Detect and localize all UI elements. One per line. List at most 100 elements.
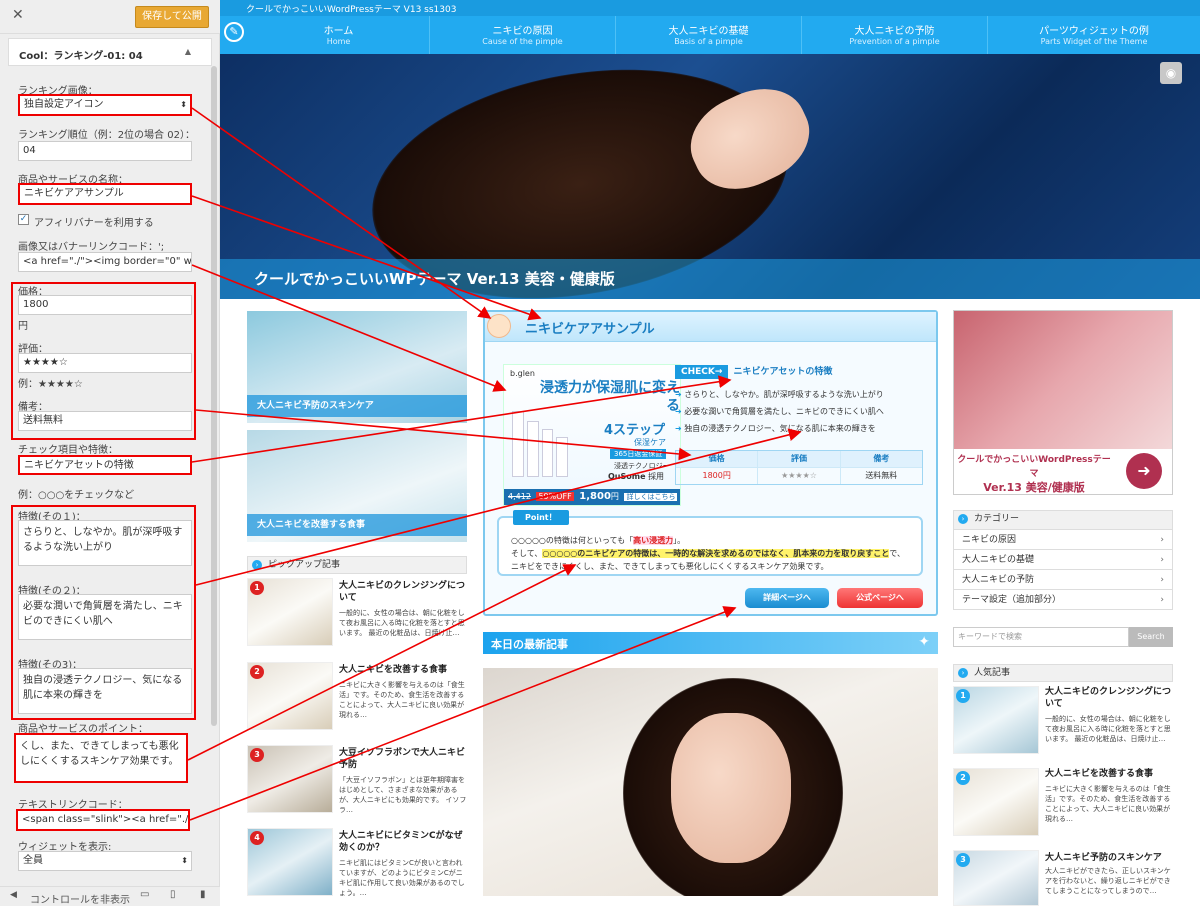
pickup-item-title: 大人ニキビにビタミンCがなぜ効くのか？	[339, 831, 463, 853]
rank-number: 3	[956, 853, 970, 867]
nav-item-parts[interactable]: パーツウィジェットの例 Parts Widget of the Theme	[988, 16, 1200, 54]
category-item[interactable]: ニキビの原因 ›	[954, 529, 1172, 549]
affiliate-label: アフィリバナーを利用する	[34, 218, 154, 229]
nav-label: ニキビの原因	[492, 26, 553, 37]
arrow-right-icon[interactable]: ➜	[1126, 453, 1162, 489]
popular-item[interactable]: 1 大人ニキビのクレンジングについて 一般的に、女性の場合は、朝に化粧をして夜お…	[953, 686, 1173, 754]
category-widget: › カテゴリー ニキビの原因 › 大人ニキビの基礎 › 大人ニキビの予防 › テーマ設…	[953, 510, 1173, 610]
main-nav: ✎ ホーム Home ニキビの原因 Cause of the pimple 大人…	[220, 16, 1200, 54]
note-input[interactable]: 送料無料	[18, 411, 192, 431]
table-cell-rating: ★★★★☆	[758, 468, 841, 484]
site-topbar: クールでかっこいいWordPressテーマ V13 ss1303	[220, 0, 1200, 16]
official-page-button[interactable]: 公式ページへ	[837, 588, 923, 608]
nav-label: パーツウィジェットの例	[1039, 26, 1149, 37]
tablet-icon[interactable]: ▯	[170, 889, 176, 900]
ranking-image-select[interactable]: 独自設定アイコン ⬍	[18, 94, 192, 116]
panel-scrollbar[interactable]	[211, 66, 217, 726]
latest-article-image[interactable]	[483, 668, 938, 896]
product-tech: 浸透テクノロジー	[614, 462, 670, 470]
chevron-right-icon: ›	[1160, 555, 1164, 565]
product-guarantee-badge: 365日返金保証	[610, 449, 667, 459]
publish-button[interactable]: 保存して公開	[135, 6, 209, 28]
point-highlight-yellow: ○○○○○のニキビケアの特徴は、一時的な解決を求めるのではなく、肌本来の力を取り…	[542, 549, 890, 558]
collapse-icon[interactable]: ◀	[10, 890, 17, 900]
popular-item-title: 大人ニキビ予防のスキンケア	[1045, 853, 1162, 863]
desktop-icon[interactable]: ▭	[140, 889, 149, 900]
feature2-textarea[interactable]: 必要な潤いで角質層を満たし、ニキビのできにくい肌へ	[18, 594, 192, 640]
rank-number: 1	[250, 581, 264, 595]
pickup-item[interactable]: 1 大人ニキビのクレンジングについて 一般的に、女性の場合は、朝に化粧をして夜お…	[247, 578, 467, 648]
theme-ad-banner[interactable]: クールでかっこいいWordPressテーマ Ver.13 美容/健康版 ➜	[953, 310, 1173, 495]
left-banner-1[interactable]: 大人ニキビ予防のスキンケア	[247, 311, 467, 423]
pickup-item[interactable]: 2 大人ニキビを改善する食事 ニキビに大きく影響を与えるのは「食生活」です。その…	[247, 662, 467, 732]
feature-text: 必要な潤いで角質層を満たし、ニキビのできにくい肌へ	[684, 407, 884, 416]
check-label: チェック項目や特徴：	[18, 445, 118, 456]
pickup-item-title: 大人ニキビを改善する食事	[339, 665, 448, 675]
pickup-item[interactable]: 4 大人ニキビにビタミンCがなぜ効くのか？ ニキビ肌にはビタミンCが良いと言われ…	[247, 828, 467, 898]
rank-number: 1	[956, 689, 970, 703]
arrow-circle-icon: ›	[958, 668, 968, 678]
left-banner-2[interactable]: 大人ニキビを改善する食事	[247, 430, 467, 542]
nav-item-home[interactable]: ホーム Home	[248, 16, 430, 54]
feature-item: ➜ さらりと、しなやか。肌が深呼吸するような洗い上がり	[675, 386, 930, 403]
check-input[interactable]: ニキビケアセットの特徴	[18, 455, 192, 475]
caret-up-icon: ▲	[184, 47, 191, 56]
mobile-icon[interactable]: ▮	[200, 889, 206, 900]
point-tag: Point！	[513, 510, 569, 525]
hide-controls-button[interactable]: コントロールを非表示	[30, 891, 130, 906]
feature-text: 独自の浸透テクノロジー、気になる肌に本来の輝きを	[684, 424, 876, 433]
feature3-textarea[interactable]: 独自の浸透テクノロジー、気になる肌に本来の輝きを	[18, 668, 192, 714]
point-text: ○○○○○の特徴は何といっても「	[511, 536, 634, 545]
point-textarea[interactable]: くし、また、できてしまっても悪化しにくくするスキンケア効果です。	[14, 733, 188, 783]
nav-sublabel: Cause of the pimple	[482, 37, 563, 46]
pickup-item-title: 大人ニキビのクレンジングについて	[339, 581, 466, 603]
widget-select[interactable]: 全員 ⬍	[18, 851, 192, 871]
search-widget: キーワードで検索 Search	[953, 627, 1173, 647]
rank-number: 2	[956, 771, 970, 785]
nav-item-prevention[interactable]: 大人ニキビの予防 Prevention of a pimple	[802, 16, 988, 54]
rating-input[interactable]: ★★★★☆	[18, 353, 192, 373]
spec-table: 価格 評価 備考 1800円 ★★★★☆ 送料無料	[675, 450, 923, 485]
panel-footer: ◀ コントロールを非表示 ▭ ▯ ▮	[0, 886, 220, 906]
nav-item-cause[interactable]: ニキビの原因 Cause of the pimple	[430, 16, 616, 54]
category-header: › カテゴリー	[954, 511, 1172, 529]
ranking-order-input[interactable]: 04	[18, 141, 192, 161]
nav-item-basis[interactable]: 大人ニキビの基礎 Basis of a pimple	[616, 16, 802, 54]
banner-code-label: 画像又はバナーリンクコード：';	[18, 242, 165, 253]
search-button[interactable]: Search	[1129, 627, 1173, 647]
product-more-button[interactable]: 詳しくはこちら	[624, 493, 678, 501]
product-steps: 4ステップ	[604, 423, 666, 438]
pickup-item-title: 大豆イソフラボンで大人ニキビ予防	[339, 748, 466, 770]
section-header[interactable]: Cool：ランキング-01: 04 ▲	[8, 38, 212, 66]
rss-icon[interactable]: ◉	[1160, 62, 1182, 84]
banner-code-input[interactable]: <a href="./"><img border="0" widt	[18, 252, 192, 272]
price-input[interactable]: 1800	[18, 295, 192, 315]
category-item[interactable]: 大人ニキビの予防 ›	[954, 569, 1172, 589]
textlink-input[interactable]: <span class="slink"><a href="./">	[16, 809, 190, 831]
feature1-textarea[interactable]: さらりと、しなやか。肌が深呼吸するような洗い上がり	[18, 520, 192, 566]
check-tag: CHECK→	[675, 365, 729, 379]
bottle	[556, 437, 568, 477]
category-item[interactable]: 大人ニキビの基礎 ›	[954, 549, 1172, 569]
popular-item[interactable]: 3 大人ニキビ予防のスキンケア 大人ニキビができたら、正しいスキンケアを行わない…	[953, 850, 1173, 906]
point-text: 」。	[673, 536, 686, 545]
chevron-right-icon: ›	[1160, 595, 1164, 605]
nav-sublabel: Prevention of a pimple	[849, 37, 940, 46]
popular-item[interactable]: 2 大人ニキビを改善する食事 ニキビに大きく影響を与えるのは「食生活」です。その…	[953, 768, 1173, 836]
point-text: そして、	[511, 549, 543, 558]
pickup-item[interactable]: 3 大豆イソフラボンで大人ニキビ予防 「大豆イソフラボン」とは更年期障害をはじめ…	[247, 745, 467, 815]
check-heading: CHECK→ ニキビケアセットの特徴	[675, 364, 832, 379]
arrow-circle-icon: ➜	[675, 424, 685, 433]
search-input[interactable]: キーワードで検索	[953, 627, 1129, 647]
feature-list: ➜ さらりと、しなやか。肌が深呼吸するような洗い上がり ➜ 必要な潤いで角質層を…	[675, 386, 930, 437]
detail-page-button[interactable]: 詳細ページへ	[745, 588, 829, 608]
category-item[interactable]: テーマ設定（追加部分） ›	[954, 589, 1172, 609]
pickup-item-excerpt: ニキビ肌にはビタミンCが良いと言われていますが、どのようにビタミンCがニキビ肌に…	[339, 859, 465, 897]
product-name-input[interactable]: ニキビケアアサンプル	[18, 183, 192, 205]
close-icon[interactable]: ✕	[12, 7, 24, 23]
affiliate-checkbox[interactable]: ✓	[18, 214, 29, 225]
edit-pencil-icon[interactable]: ✎	[224, 22, 244, 42]
check-text: ニキビケアセットの特徴	[733, 367, 833, 377]
product-banner[interactable]: b.glen 浸透力が保湿肌に変える 4ステップ 保湿ケア 365日返金保証 浸…	[503, 364, 681, 506]
latest-header: 本日の最新記事 ✦	[483, 632, 938, 654]
